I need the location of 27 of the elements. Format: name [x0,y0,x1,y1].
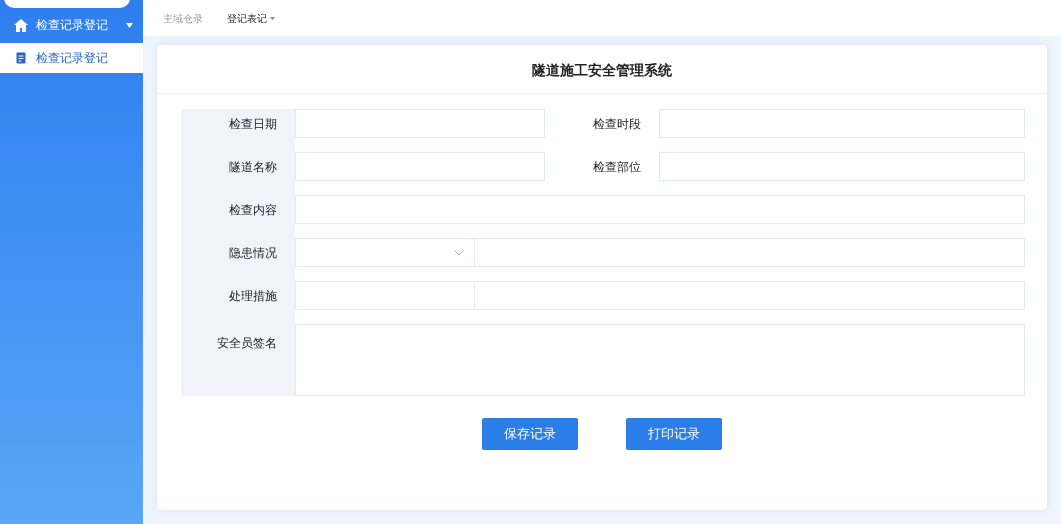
field-label: 处理措施 [228,287,278,305]
field-label: 检查时段 [592,115,642,133]
input-field[interactable] [295,109,545,138]
field-label: 隧道名称 [228,158,278,176]
dropdown-field[interactable] [295,238,475,267]
caret-icon [126,22,133,28]
text-area[interactable] [295,324,1025,396]
form-title: 隧道施工安全管理系统 [157,45,1047,94]
sidebar-group[interactable]: 检查记录登记 [0,8,143,42]
input-field[interactable] [659,152,1025,181]
input-field[interactable] [295,281,475,310]
chevron-icon [454,249,464,256]
action-button[interactable]: 打印记录 [626,418,722,450]
breadcrumb-tab[interactable]: 主域仓录 [163,10,203,26]
input-field[interactable] [659,109,1025,138]
field-label: 检查日期 [228,115,278,133]
field-label: 检查内容 [228,201,278,219]
home-icon [14,18,28,32]
field-label: 安全员签名 [216,335,278,352]
input-field[interactable] [295,152,545,181]
sidebar-item[interactable]: 检查记录登记 [0,43,143,73]
action-button[interactable]: 保存记录 [482,418,578,450]
input-field[interactable] [295,195,1025,224]
breadcrumb-tab[interactable]: 登记表记 [227,10,276,26]
document-icon [16,52,26,64]
field-label: 检查部位 [592,158,642,176]
field-label: 隐患情况 [228,244,278,262]
